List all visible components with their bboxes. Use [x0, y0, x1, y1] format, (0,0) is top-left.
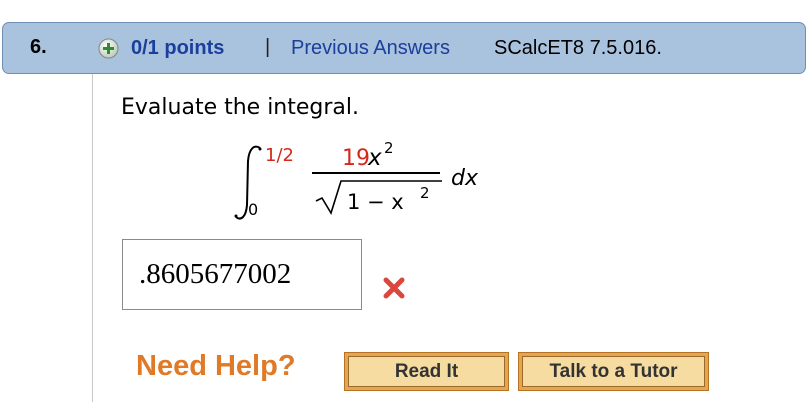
lower-limit: 0 — [248, 200, 259, 219]
upper-limit: 1/2 — [265, 145, 294, 166]
talk-to-tutor-label: Talk to a Tutor — [522, 356, 705, 387]
question-number: 6. — [30, 36, 47, 58]
answer-input[interactable]: .8605677002 — [122, 239, 362, 310]
previous-answers-link[interactable]: Previous Answers — [291, 37, 450, 60]
numerator-variable: x — [368, 145, 382, 171]
points-link[interactable]: 0/1 points — [131, 37, 224, 60]
numerator-coefficient: 19 — [342, 146, 370, 171]
numerator-exponent: 2 — [384, 139, 394, 157]
problem-reference: SCalcET8 7.5.016. — [494, 37, 662, 59]
plus-circle-icon — [98, 38, 119, 59]
need-help-label: Need Help? — [136, 350, 296, 382]
fraction-bar — [312, 172, 440, 174]
read-it-label: Read It — [348, 356, 505, 387]
talk-to-tutor-button[interactable]: Talk to a Tutor — [518, 352, 709, 391]
red-x-icon — [383, 277, 405, 299]
differential: dx — [451, 166, 478, 191]
header-separator: | — [265, 36, 271, 58]
read-it-button[interactable]: Read It — [344, 352, 509, 391]
denominator-exponent: 2 — [420, 184, 430, 202]
denominator-text: 1 − x — [347, 190, 404, 214]
question-header: 6. 0/1 points | Previous Answers SCalcET… — [2, 22, 806, 74]
question-prompt: Evaluate the integral. — [121, 95, 360, 120]
left-divider — [92, 74, 93, 402]
